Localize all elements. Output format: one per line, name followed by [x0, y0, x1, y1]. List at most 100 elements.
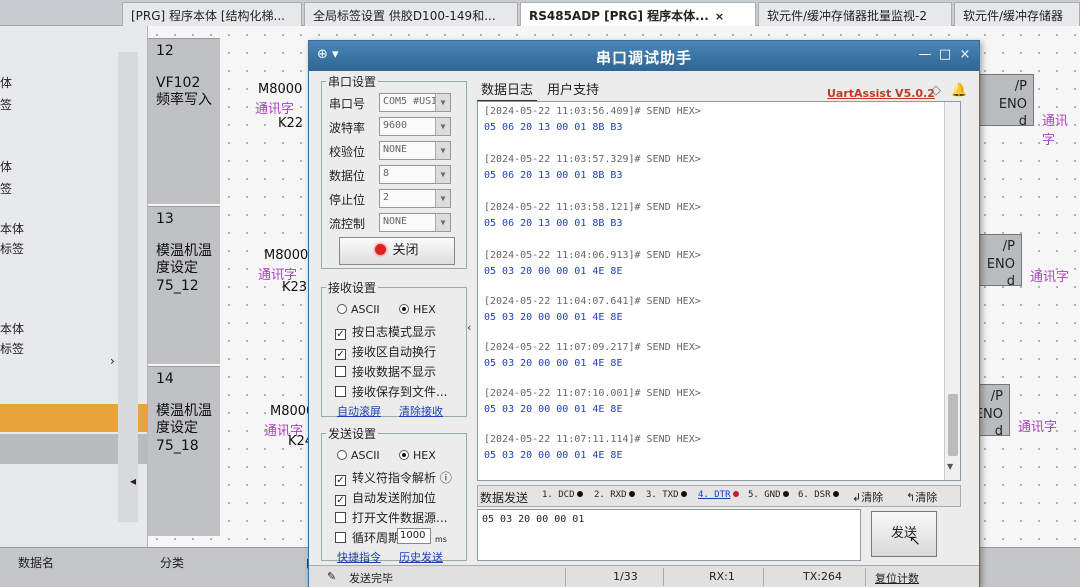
network-number: 12	[156, 43, 174, 59]
quick-command-link[interactable]: 快捷指令	[337, 549, 381, 565]
tab-close-icon[interactable]: ×	[715, 10, 724, 23]
cycle-period-input[interactable]: 1000	[397, 528, 431, 544]
send-hex-radio[interactable]: HEX	[399, 449, 436, 462]
stopbits-select[interactable]: 2 ▼	[379, 189, 451, 208]
close-button[interactable]: ×	[955, 45, 975, 65]
block-type: /P	[990, 389, 1003, 404]
project-tree[interactable]: 体 签 体 签 本体 标签 本体 标签 › ◂	[0, 26, 148, 547]
send-ascii-radio[interactable]: ASCII	[337, 449, 380, 462]
contact-m8000[interactable]: M8000	[258, 82, 302, 97]
ide-tab-device-monitor-2[interactable]: 软元件/缓冲存储器批量监视-2	[758, 2, 952, 26]
diamond-icon[interactable]: ◇	[931, 83, 941, 98]
flowctrl-value: NONE	[383, 216, 408, 227]
send-history-link[interactable]: 历史发送	[399, 549, 443, 565]
checkbox-icon	[335, 512, 346, 523]
chevron-down-icon[interactable]: ▼	[435, 94, 450, 111]
auto-scroll-link[interactable]: 自动滚屏	[337, 403, 381, 419]
pin-rxd[interactable]: 2. RXD	[594, 490, 635, 500]
collapse-panel-icon[interactable]: ‹	[467, 321, 475, 335]
ide-tab-program-body[interactable]: [PRG] 程序本体 [结构化梯...	[122, 2, 302, 26]
cycle-checkbox[interactable]: 循环周期	[335, 529, 400, 546]
clear-all-button[interactable]: ↰清除	[906, 489, 937, 505]
radio-label: HEX	[413, 303, 436, 316]
hide-data-checkbox[interactable]: 接收数据不显示	[335, 363, 436, 380]
chevron-down-icon[interactable]: ▼	[435, 118, 450, 135]
chevron-down-icon[interactable]: ▼	[435, 166, 450, 183]
parity-select[interactable]: NONE ▼	[379, 141, 451, 160]
receive-hex-radio[interactable]: HEX	[399, 303, 436, 316]
pin-dsr[interactable]: 6. DSR	[798, 490, 839, 500]
chevron-down-icon[interactable]: ▼	[435, 214, 450, 231]
tree-item[interactable]: 签	[0, 180, 12, 197]
checkbox-checked-icon: ✓	[335, 475, 346, 486]
tab-label: RS485ADP [PRG] 程序本体...	[529, 9, 709, 23]
operand-constant: K23	[282, 280, 308, 295]
maximize-button[interactable]: □	[935, 45, 955, 65]
pin-gnd[interactable]: 5. GND	[748, 490, 789, 500]
pin-dcd[interactable]: 1. DCD	[542, 490, 583, 500]
ide-tab-device-monitor[interactable]: 软元件/缓冲存储器	[954, 2, 1080, 26]
log-scrollbar[interactable]: ▼	[944, 102, 960, 480]
tree-item[interactable]: 体	[0, 158, 12, 175]
baud-select[interactable]: 9600 ▼	[379, 117, 451, 136]
checkbox-label: 转义符指令解析	[352, 471, 437, 485]
log-mode-checkbox[interactable]: ✓ 按日志模式显示	[335, 323, 436, 340]
version-link[interactable]: UartAssist V5.0.2	[827, 87, 935, 100]
append-bits-checkbox[interactable]: ✓ 自动发送附加位	[335, 489, 436, 506]
chevron-down-icon[interactable]: ▼	[435, 190, 450, 207]
file-source-checkbox[interactable]: 打开文件数据源...	[335, 509, 447, 526]
checkbox-checked-icon: ✓	[335, 349, 346, 360]
receive-log-area[interactable]: [2024-05-22 11:03:56.409]# SEND HEX> 05 0…	[477, 101, 961, 481]
ide-tab-rs485adp[interactable]: RS485ADP [PRG] 程序本体... ×	[520, 2, 756, 26]
pin-txd[interactable]: 3. TXD	[646, 490, 687, 500]
scrollbar-thumb[interactable]	[948, 394, 958, 456]
auto-wrap-checkbox[interactable]: ✓ 接收区自动换行	[335, 343, 436, 360]
port-select[interactable]: COM5 #USI ▼	[379, 93, 451, 112]
clear-send-button[interactable]: ↲清除	[852, 489, 883, 505]
scroll-down-icon[interactable]: ▼	[947, 462, 953, 471]
window-title: 串口调试助手	[595, 49, 692, 67]
log-timestamp: [2024-05-22 11:07:11.114]# SEND HEX>	[484, 434, 701, 445]
tree-item[interactable]: 本体	[0, 320, 24, 337]
pin-status-dot-icon	[782, 491, 789, 497]
minimize-button[interactable]: —	[915, 45, 935, 65]
tree-item[interactable]: 标签	[0, 340, 24, 357]
clear-receive-link[interactable]: 清除接收	[399, 403, 443, 419]
checkbox-label: 按日志模式显示	[352, 325, 437, 339]
tab-data-log[interactable]: 数据日志	[477, 77, 538, 102]
tab-user-support[interactable]: 用户支持	[543, 77, 603, 100]
function-block-output[interactable]: /P ENO d	[976, 74, 1034, 129]
reset-count-button[interactable]: 复位计数	[875, 570, 919, 586]
bell-icon[interactable]: 🔔	[951, 83, 967, 98]
info-icon[interactable]: ⓘ	[440, 471, 452, 485]
databits-value: 8	[383, 168, 390, 179]
log-entry: [2024-05-22 11:04:07.641]# SEND HEX> 05 0…	[484, 294, 701, 326]
checkbox-icon	[335, 366, 346, 377]
output-label: 通讯字	[1018, 420, 1058, 435]
tree-scroll-right-icon[interactable]: ›	[110, 354, 115, 368]
tree-item[interactable]: 标签	[0, 240, 24, 257]
tree-item[interactable]: 签	[0, 96, 12, 113]
close-port-button[interactable]: 关闭	[339, 237, 455, 265]
status-divider	[663, 568, 664, 586]
column-header-category[interactable]: 分类	[160, 554, 184, 571]
title-bar[interactable]: ⊕ ▾ 串口调试助手 — □ ×	[309, 41, 979, 71]
ide-tab-global-labels[interactable]: 全局标签设置 供胶D100-149和...	[304, 2, 518, 26]
tree-item[interactable]: 本体	[0, 220, 24, 237]
escape-parse-checkbox[interactable]: ✓ 转义符指令解析 ⓘ	[335, 469, 452, 486]
tree-scrollbar[interactable]	[118, 52, 138, 522]
chevron-down-icon[interactable]: ▼	[435, 142, 450, 159]
databits-select[interactable]: 8 ▼	[379, 165, 451, 184]
save-to-file-checkbox[interactable]: 接收保存到文件...	[335, 383, 447, 400]
column-header-data-name[interactable]: 数据名	[18, 554, 54, 571]
tree-scroll-left-icon[interactable]: ◂	[130, 474, 136, 488]
contact-m8000[interactable]: M8000	[264, 248, 308, 263]
send-input[interactable]: 05 03 20 00 00 01	[477, 509, 861, 561]
receive-ascii-radio[interactable]: ASCII	[337, 303, 380, 316]
tree-item[interactable]: 体	[0, 74, 12, 91]
log-timestamp: [2024-05-22 11:03:56.409]# SEND HEX>	[484, 106, 701, 117]
flowctrl-select[interactable]: NONE ▼	[379, 213, 451, 232]
log-hex-data: 05 03 20 00 00 01 4E 8E	[484, 312, 623, 323]
send-button[interactable]: 发送	[871, 511, 937, 557]
pin-dtr[interactable]: 4. DTR	[698, 490, 739, 500]
